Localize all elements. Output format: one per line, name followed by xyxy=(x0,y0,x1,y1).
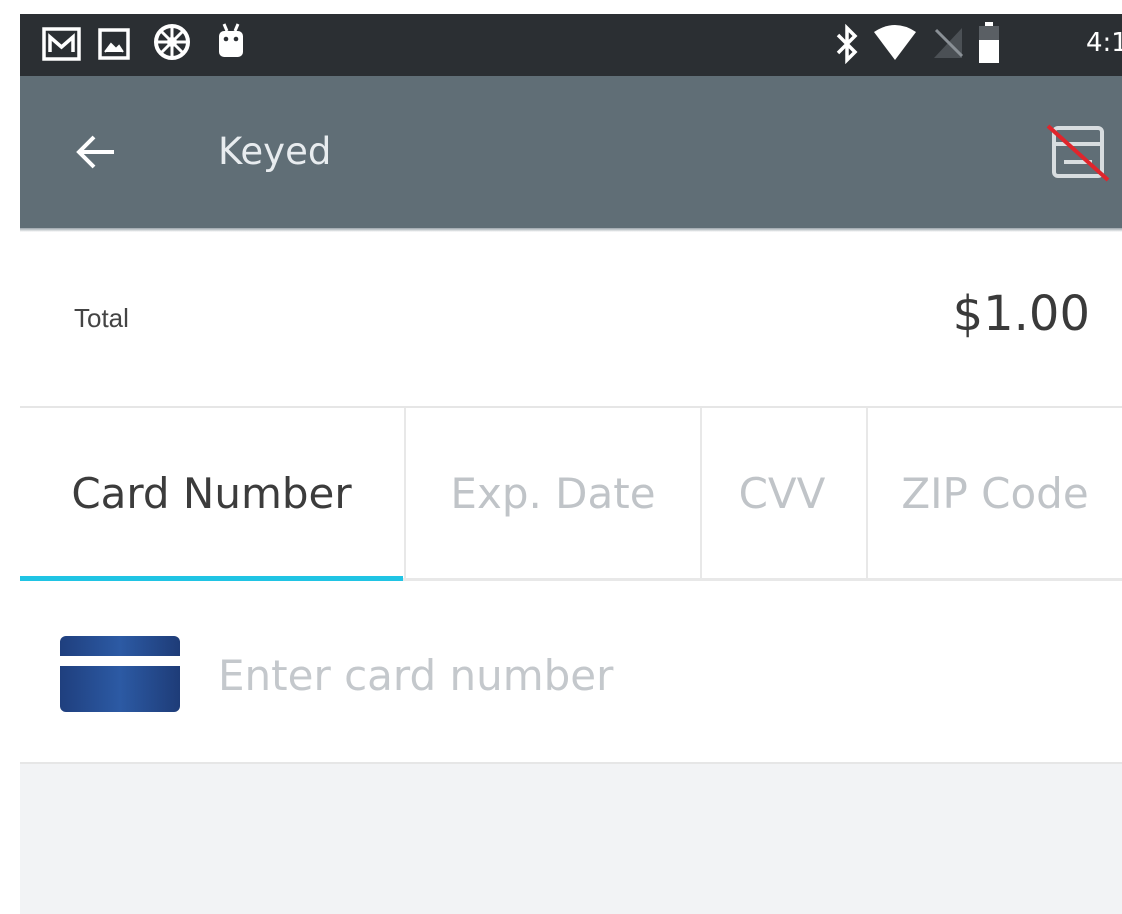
bluetooth-icon xyxy=(836,24,858,64)
status-time: 4:15 xyxy=(1086,28,1122,58)
back-arrow-icon[interactable] xyxy=(72,128,120,176)
total-label: Total xyxy=(74,303,129,333)
credit-card-icon xyxy=(60,636,180,712)
app-bar: Keyed xyxy=(20,76,1122,228)
total-row: Total $1.00 xyxy=(20,232,1122,406)
card-number-input[interactable] xyxy=(218,640,1098,710)
app-bar-title: Keyed xyxy=(218,130,332,173)
settings-wheel-icon xyxy=(154,24,190,60)
card-number-row xyxy=(20,584,1122,762)
tab-cvv[interactable]: CVV xyxy=(702,408,862,580)
tab-card-number[interactable]: Card Number xyxy=(20,408,403,580)
left-edge-margin xyxy=(0,0,20,914)
wifi-icon xyxy=(874,25,916,60)
card-field-tabs: Card Number Exp. Date CVV ZIP Code xyxy=(20,408,1122,584)
photo-icon xyxy=(98,28,130,60)
card-stripe xyxy=(60,656,180,666)
tabs-bottom-border xyxy=(403,578,1122,581)
total-amount: $1.00 xyxy=(952,286,1090,342)
tab-zip-code[interactable]: ZIP Code xyxy=(868,408,1122,580)
battery-icon xyxy=(979,22,999,63)
active-tab-indicator xyxy=(20,576,403,581)
tab-exp-date[interactable]: Exp. Date xyxy=(406,408,700,580)
status-bar: 4:15 xyxy=(20,14,1122,76)
no-signal-icon xyxy=(934,28,964,58)
swipe-disabled-icon[interactable] xyxy=(1046,122,1110,182)
android-icon xyxy=(219,23,243,57)
gmail-icon xyxy=(42,27,81,61)
keypad-area xyxy=(20,764,1122,914)
